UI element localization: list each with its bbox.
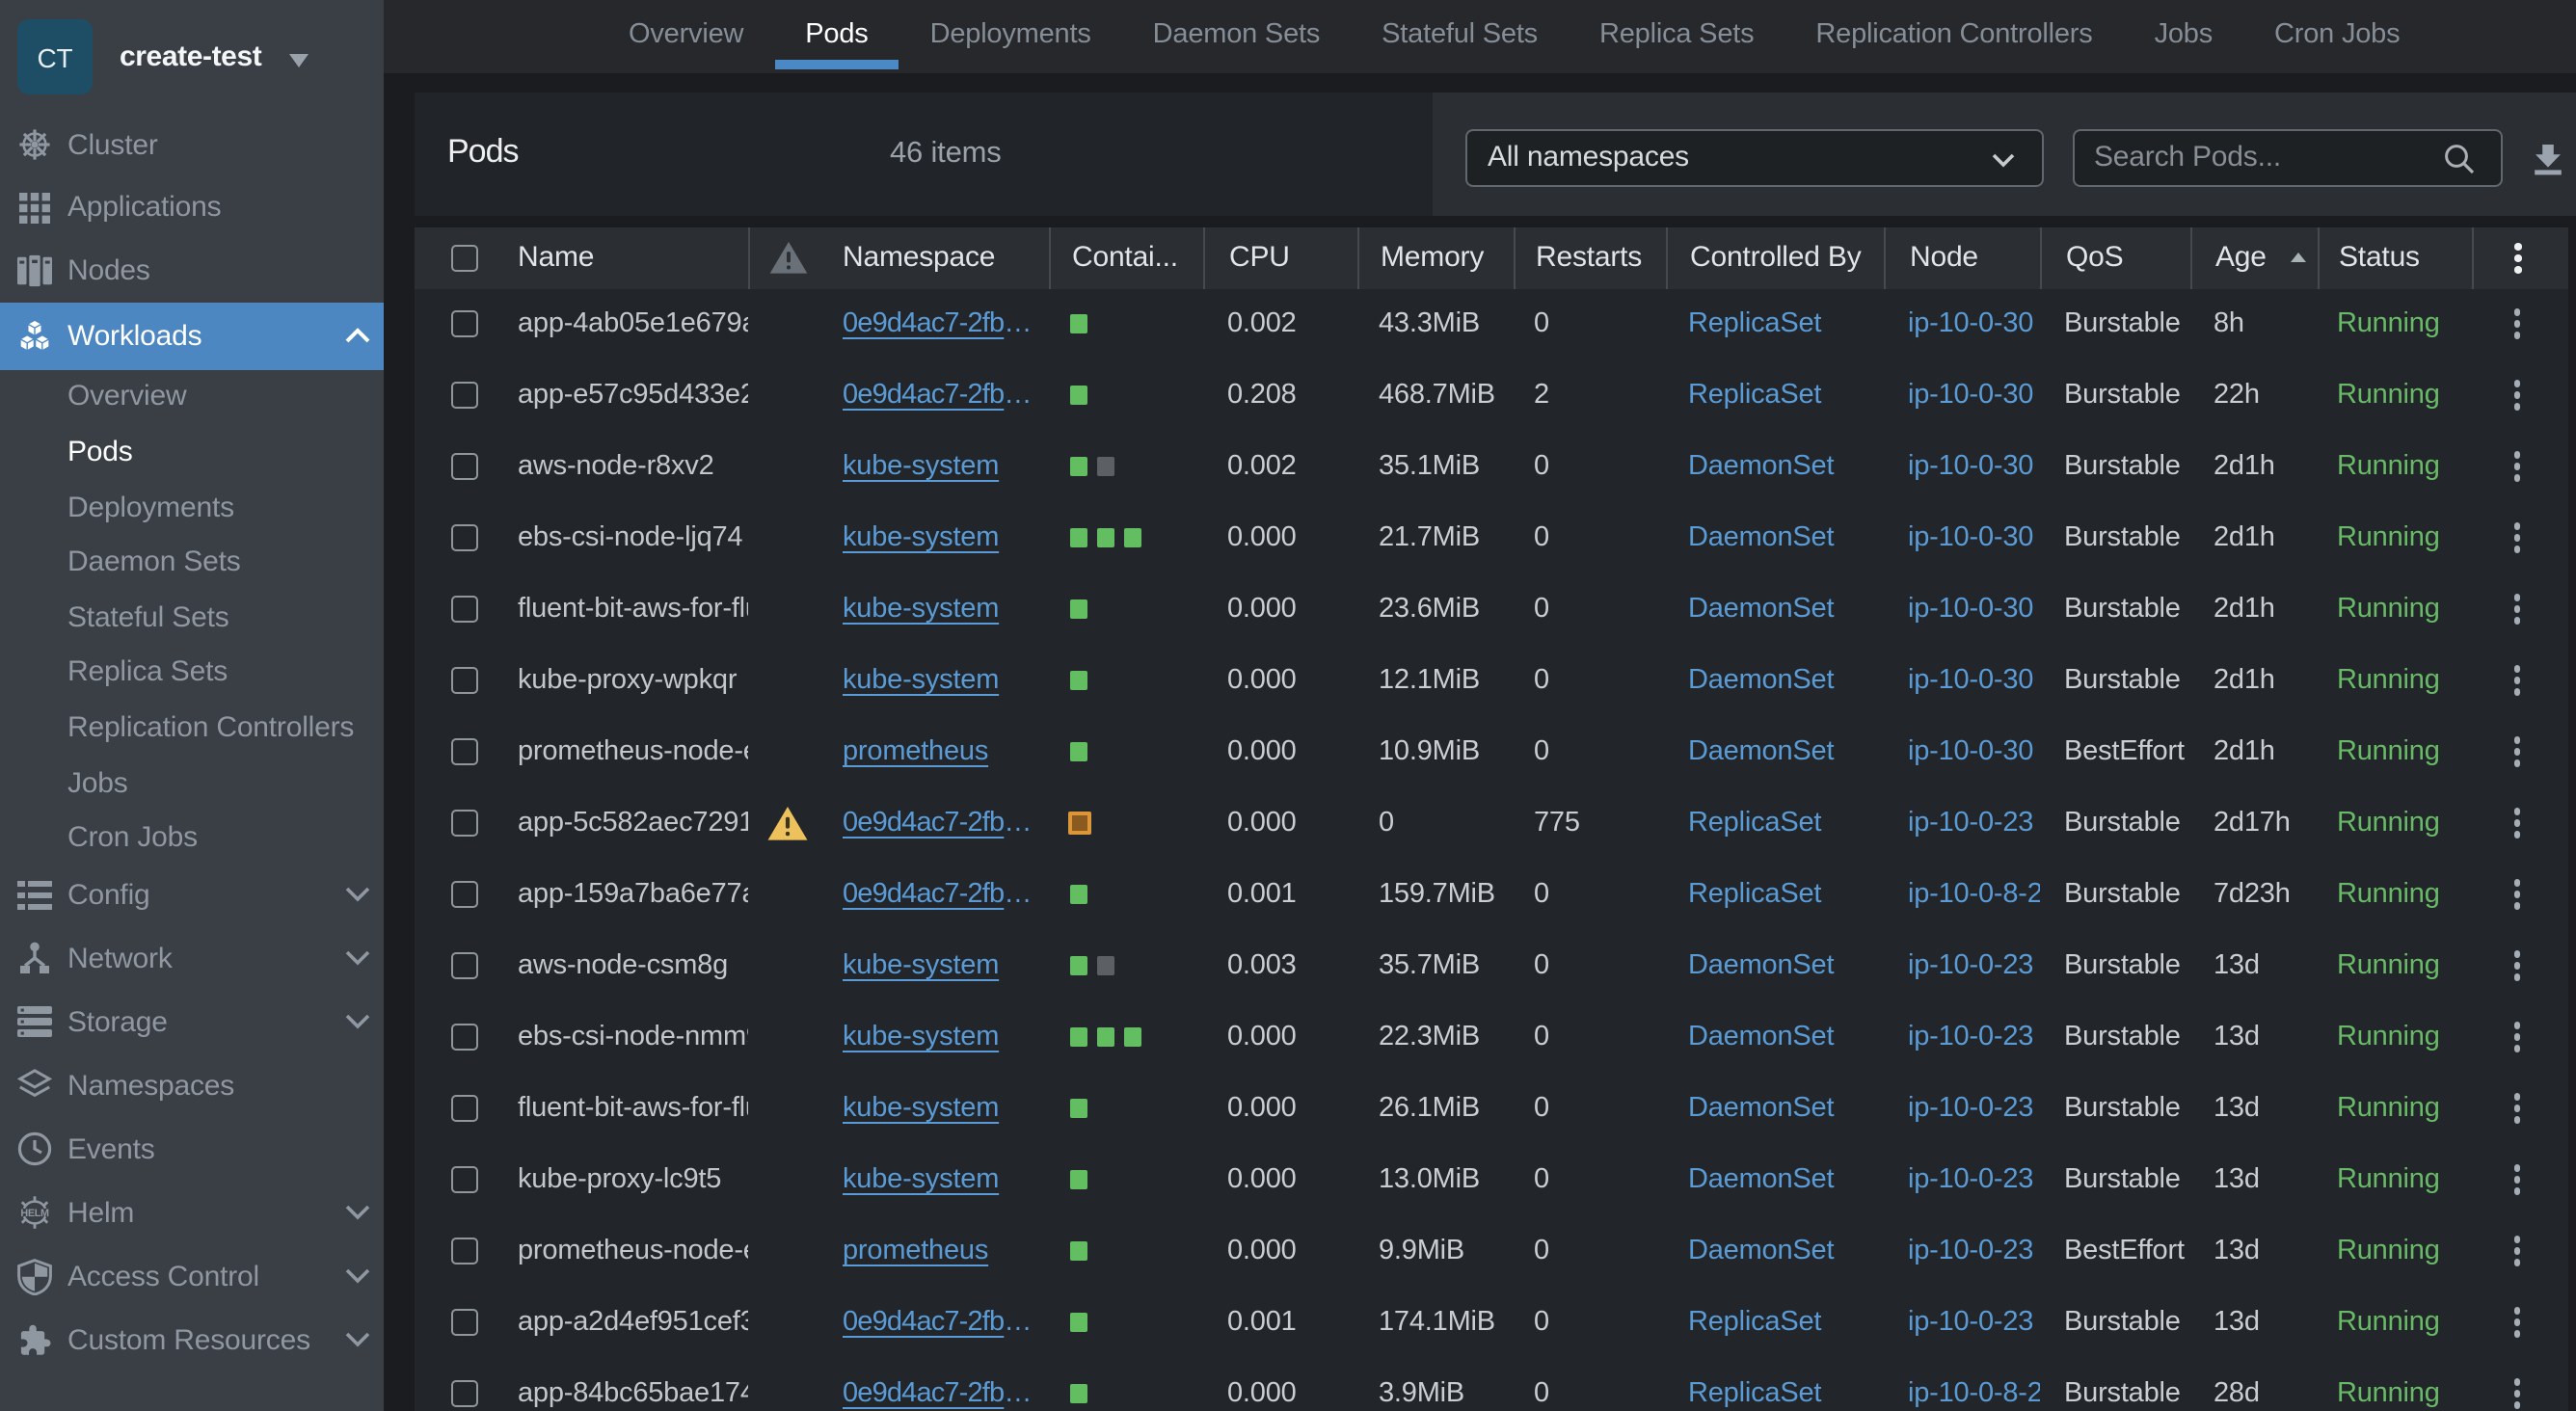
svg-text:HELM: HELM	[20, 1208, 49, 1219]
